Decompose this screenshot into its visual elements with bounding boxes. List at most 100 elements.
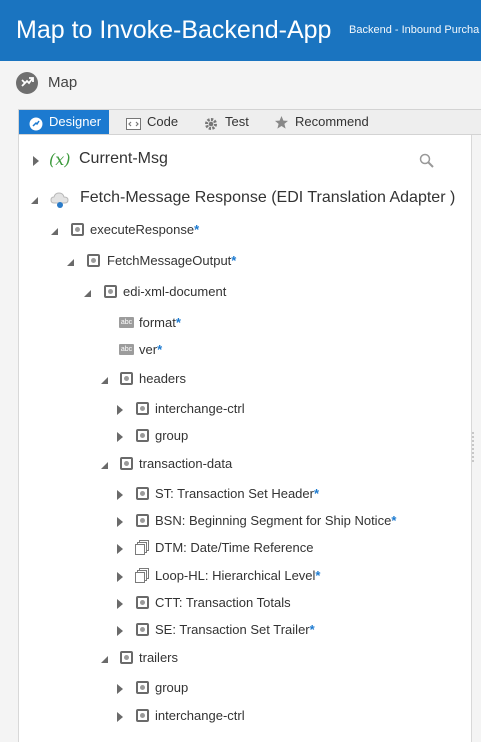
- tab-test-label: Test: [225, 114, 249, 129]
- designer-icon: [29, 115, 43, 131]
- expand-arrow-icon[interactable]: [117, 626, 123, 636]
- tree-item-label: DTM: Date/Time Reference: [155, 540, 314, 555]
- tree-item-label: SE: Transaction Set Trailer*: [155, 622, 315, 637]
- element-node-icon: [136, 709, 149, 722]
- required-marker: *: [194, 222, 200, 237]
- tree-item-se[interactable]: SE: Transaction Set Trailer*: [19, 621, 449, 641]
- tree-item-label: executeResponse*: [90, 222, 200, 237]
- tree-item-label: edi-xml-document: [123, 284, 227, 299]
- tree-item-label: interchange-ctrl: [155, 708, 245, 723]
- tree-item-dtm[interactable]: DTM: Date/Time Reference: [19, 539, 449, 559]
- element-node-icon: [136, 623, 149, 636]
- string-type-icon: abc: [119, 344, 134, 355]
- collapse-arrow-icon[interactable]: [84, 290, 91, 297]
- tree-item-label: group: [155, 428, 189, 443]
- cloud-adapter-icon: [49, 189, 71, 214]
- collapse-arrow-icon[interactable]: [101, 377, 108, 384]
- expand-arrow-icon[interactable]: [117, 544, 123, 554]
- tree-item-transaction-data[interactable]: transaction-data: [19, 455, 449, 475]
- tree-item-label: FetchMessageOutput*: [107, 253, 237, 268]
- tree-item-edi-xml-document[interactable]: edi-xml-document: [19, 283, 449, 303]
- element-node-icon: [136, 596, 149, 609]
- tree-item-group[interactable]: group: [19, 679, 449, 699]
- tree-item-label: group: [155, 680, 189, 695]
- expand-arrow-icon[interactable]: [117, 405, 123, 415]
- tree-item-bsn[interactable]: BSN: Beginning Segment for Ship Notice*: [19, 512, 449, 532]
- tree-item-label: headers: [139, 371, 186, 386]
- element-node-icon: [104, 285, 117, 298]
- gear-icon: [204, 115, 218, 130]
- required-marker: *: [175, 315, 181, 330]
- tree-item-label: CTT: Transaction Totals: [155, 595, 291, 610]
- required-marker: *: [309, 622, 315, 637]
- collapse-arrow-icon[interactable]: [51, 228, 58, 235]
- collapse-arrow-icon[interactable]: [101, 462, 108, 469]
- tree-item-st[interactable]: ST: Transaction Set Header*: [19, 485, 449, 505]
- tree-item-interchange-ctrl[interactable]: interchange-ctrl: [19, 707, 449, 727]
- required-marker: *: [313, 486, 320, 501]
- tree-item-label: transaction-data: [139, 456, 233, 471]
- tree-item-ctt[interactable]: CTT: Transaction Totals: [19, 594, 449, 614]
- search-icon[interactable]: [419, 153, 435, 172]
- tree-item-label: trailers: [139, 650, 179, 665]
- collapse-arrow-icon[interactable]: [67, 259, 74, 266]
- element-node-icon: [120, 457, 133, 470]
- element-node-icon: [136, 402, 149, 415]
- tree-item-label: ST: Transaction Set Header*: [155, 486, 320, 501]
- map-icon: [16, 72, 38, 94]
- tree-item-label: ver*: [139, 342, 163, 357]
- tree-item-fetch-message[interactable]: Fetch-Message Response (EDI Translation …: [19, 189, 469, 209]
- tree-item-current-msg[interactable]: (x) Current-Msg: [19, 150, 459, 172]
- tab-code[interactable]: Code: [126, 110, 196, 134]
- element-node-icon: [136, 514, 149, 527]
- expand-arrow-icon[interactable]: [117, 517, 123, 527]
- expand-arrow-icon[interactable]: [117, 712, 123, 722]
- tree-item-label: Current-Msg: [79, 150, 168, 167]
- repeating-element-icon: [135, 540, 150, 555]
- element-node-icon: [120, 651, 133, 664]
- required-marker: *: [315, 568, 321, 583]
- tab-designer-label: Designer: [49, 114, 102, 129]
- tree-item-loop-hl[interactable]: Loop-HL: Hierarchical Level*: [19, 567, 449, 587]
- tree-item-trailers[interactable]: trailers: [19, 649, 449, 669]
- expand-arrow-icon[interactable]: [117, 572, 123, 582]
- mapper-tabs: Designer Code Test Recommend: [18, 109, 481, 135]
- string-type-icon: abc: [119, 317, 134, 328]
- tab-designer[interactable]: Designer: [19, 110, 109, 134]
- tree-item-headers[interactable]: headers: [19, 370, 449, 390]
- element-node-icon: [87, 254, 100, 267]
- expand-arrow-icon[interactable]: [117, 490, 123, 500]
- required-marker: *: [391, 513, 397, 528]
- tree-item-label: Fetch-Message Response (EDI Translation …: [80, 189, 456, 206]
- element-node-icon: [136, 487, 149, 500]
- tree-item-label: Loop-HL: Hierarchical Level*: [155, 568, 321, 583]
- element-node-icon: [71, 223, 84, 236]
- tree-item-label: format*: [139, 315, 181, 330]
- required-marker: *: [157, 342, 163, 357]
- tree-item-format[interactable]: abc format*: [19, 314, 449, 334]
- expand-arrow-icon[interactable]: [33, 156, 39, 166]
- tab-code-label: Code: [147, 114, 179, 129]
- page-title: Map to Invoke-Backend-App: [16, 16, 332, 44]
- expand-arrow-icon[interactable]: [117, 432, 123, 442]
- element-node-icon: [136, 429, 149, 442]
- tree-item-group[interactable]: group: [19, 427, 449, 447]
- tab-test[interactable]: Test: [204, 110, 264, 134]
- tree-item-interchange-ctrl[interactable]: interchange-ctrl: [19, 400, 449, 420]
- tree-item-executeResponse[interactable]: executeResponse*: [19, 221, 449, 241]
- expand-arrow-icon[interactable]: [117, 599, 123, 609]
- collapse-arrow-icon[interactable]: [31, 197, 38, 204]
- map-label: Map: [48, 74, 78, 91]
- required-marker: *: [231, 253, 237, 268]
- header-subtitle[interactable]: Backend - Inbound Purcha: [349, 24, 479, 36]
- tree-item-FetchMessageOutput[interactable]: FetchMessageOutput*: [19, 252, 449, 272]
- tree-item-ver[interactable]: abc ver*: [19, 341, 449, 361]
- tree-item-label: interchange-ctrl: [155, 401, 245, 416]
- tab-recommend[interactable]: Recommend: [274, 110, 384, 134]
- header-bar: Map to Invoke-Backend-App Backend - Inbo…: [0, 0, 481, 61]
- map-bar: Map: [0, 61, 481, 105]
- source-tree-panel: (x) Current-Msg Fetch-Message Response (…: [18, 135, 472, 742]
- collapse-arrow-icon[interactable]: [101, 656, 108, 663]
- expand-arrow-icon[interactable]: [117, 684, 123, 694]
- element-node-icon: [136, 681, 149, 694]
